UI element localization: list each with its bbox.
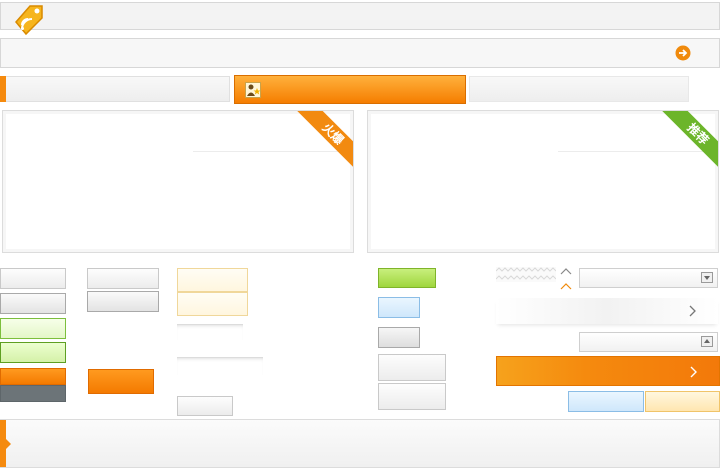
chevron-right-icon — [688, 304, 698, 318]
green-solid-button[interactable] — [378, 268, 436, 288]
grey-tall-button-2[interactable] — [378, 383, 446, 410]
underline-field[interactable] — [177, 324, 243, 340]
green-outline-button-hover[interactable] — [0, 342, 66, 363]
hot-panel: 火爆 — [2, 110, 354, 253]
tab-left-accent — [0, 76, 6, 102]
recommend-ribbon: 推荐 — [658, 111, 718, 171]
green-outline-button[interactable] — [0, 318, 66, 339]
tab-right[interactable] — [469, 76, 689, 102]
dropdown-arrow-icon[interactable] — [701, 272, 713, 283]
tag-rss-icon — [10, 0, 46, 36]
hot-ribbon-label: 火爆 — [296, 111, 353, 171]
recommend-panel: 推荐 — [367, 110, 719, 253]
top-header-bar — [0, 2, 720, 30]
hot-ribbon: 火爆 — [293, 111, 353, 171]
user-star-icon — [245, 82, 261, 98]
grey-tall-button[interactable] — [378, 354, 446, 381]
underline-field-wide[interactable] — [177, 357, 263, 375]
grey-button-wide[interactable] — [87, 268, 159, 289]
small-grey-button[interactable] — [177, 396, 233, 416]
arrow-right-circle-icon[interactable] — [675, 45, 691, 61]
tab-left[interactable] — [0, 76, 230, 102]
grey-small-button[interactable] — [378, 327, 420, 348]
orange-button-large[interactable] — [88, 369, 154, 394]
yellow-text-field[interactable] — [177, 268, 248, 292]
blue-tab-button[interactable] — [568, 391, 644, 412]
grey-button-wide-hover[interactable] — [87, 291, 159, 312]
orange-tab-button[interactable] — [645, 391, 720, 412]
chevron-down-icon[interactable] — [560, 280, 572, 290]
yellow-text-field-2[interactable] — [177, 292, 248, 316]
fade-row[interactable] — [496, 298, 718, 324]
caret-right-icon — [6, 438, 12, 449]
zigzag-input[interactable] — [495, 267, 557, 282]
chevron-right-icon — [689, 365, 699, 379]
recommend-ribbon-label: 推荐 — [661, 111, 718, 171]
blue-button[interactable] — [378, 297, 420, 318]
sub-bar — [0, 38, 720, 68]
footer-bar — [0, 419, 720, 468]
grey-button-hover[interactable] — [0, 293, 66, 314]
dropdown-select[interactable] — [579, 268, 718, 288]
chevron-up-icon[interactable] — [560, 265, 572, 275]
dropdown-arrow-up-icon[interactable] — [701, 336, 713, 347]
orange-button[interactable] — [0, 368, 66, 385]
orange-banner-button[interactable] — [496, 356, 720, 386]
dark-grey-button[interactable] — [0, 385, 66, 402]
grey-button[interactable] — [0, 268, 66, 289]
dropdown-select-up[interactable] — [579, 332, 718, 352]
tab-active[interactable] — [234, 75, 466, 104]
